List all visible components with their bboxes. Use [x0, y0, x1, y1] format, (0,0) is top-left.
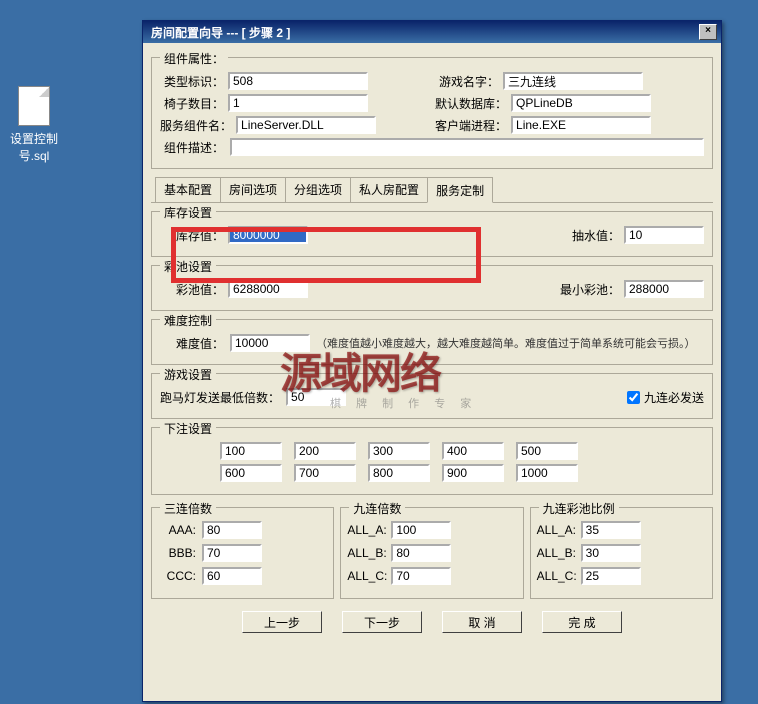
bet-legend: 下注设置 [160, 420, 216, 437]
marquee-input[interactable] [286, 388, 346, 406]
stock-legend: 库存设置 [160, 204, 216, 221]
bet-10[interactable] [516, 464, 578, 482]
srv-input[interactable] [236, 116, 376, 134]
diff-label: 难度值： [160, 335, 224, 352]
stock-input[interactable] [228, 226, 308, 244]
pool-label: 彩池值： [160, 281, 224, 298]
tab-basic[interactable]: 基本配置 [155, 177, 221, 202]
bbb-label: BBB: [158, 546, 196, 560]
tab-group[interactable]: 分组选项 [285, 177, 351, 202]
component-attrs-group: 组件属性： 类型标识： 游戏名字： 椅子数目： 默认数据库： [151, 57, 713, 169]
marquee-label: 跑马灯发送最低倍数： [160, 389, 280, 406]
desc-input[interactable] [230, 138, 704, 156]
alla-label: ALL_A: [347, 523, 385, 537]
diff-hint: （难度值越小难度越大，越大难度越简单。难度值过于简单系统可能会亏损。） [316, 335, 696, 351]
ra-input[interactable] [581, 521, 641, 539]
titlebar: 房间配置向导 --- [ 步骤 2 ] × [143, 21, 721, 43]
window-title: 房间配置向导 --- [ 步骤 2 ] [147, 24, 699, 41]
game-label: 游戏名字： [435, 73, 499, 90]
allb-input[interactable] [391, 544, 451, 562]
rb-input[interactable] [581, 544, 641, 562]
nine-check-box[interactable] [627, 391, 640, 404]
t9-legend: 九连倍数 [349, 500, 405, 517]
client-input[interactable] [511, 116, 651, 134]
minpool-input[interactable] [624, 280, 704, 298]
bet-4[interactable] [442, 442, 504, 460]
bet-5[interactable] [516, 442, 578, 460]
rb-label: ALL_B: [537, 546, 575, 560]
triple9-group: 九连倍数 ALL_A: ALL_B: ALL_C: [340, 507, 523, 599]
bet-8[interactable] [368, 464, 430, 482]
allc-input[interactable] [391, 567, 451, 585]
pool-legend: 彩池设置 [160, 258, 216, 275]
db-label: 默认数据库： [435, 95, 507, 112]
db-input[interactable] [511, 94, 651, 112]
tab-service[interactable]: 服务定制 [427, 177, 493, 203]
bet-group: 下注设置 [151, 427, 713, 495]
stock-group: 库存设置 库存值： 抽水值： [151, 211, 713, 257]
attrs-legend: 组件属性： [160, 50, 228, 67]
ccc-label: CCC: [158, 569, 196, 583]
close-button[interactable]: × [699, 24, 717, 40]
minpool-label: 最小彩池： [560, 281, 620, 298]
game-input[interactable] [503, 72, 643, 90]
ratio-legend: 九连彩池比例 [539, 500, 619, 517]
ra-label: ALL_A: [537, 523, 575, 537]
rc-input[interactable] [581, 567, 641, 585]
desktop-file-icon[interactable]: 设置控制号.sql [4, 86, 64, 164]
nine-check-text: 九连必发送 [644, 389, 704, 406]
rc-label: ALL_C: [537, 569, 575, 583]
game-group: 游戏设置 跑马灯发送最低倍数： 九连必发送 [151, 373, 713, 419]
pump-label: 抽水值： [572, 227, 620, 244]
wizard-window: 房间配置向导 --- [ 步骤 2 ] × 组件属性： 类型标识： 游戏名字： … [142, 20, 722, 702]
next-button[interactable]: 下一步 [342, 611, 422, 633]
prev-button[interactable]: 上一步 [242, 611, 322, 633]
finish-button[interactable]: 完 成 [542, 611, 622, 633]
bet-1[interactable] [220, 442, 282, 460]
client-label: 客户端进程： [435, 117, 507, 134]
bet-2[interactable] [294, 442, 356, 460]
game-legend: 游戏设置 [160, 366, 216, 383]
pump-input[interactable] [624, 226, 704, 244]
bet-3[interactable] [368, 442, 430, 460]
allb-label: ALL_B: [347, 546, 385, 560]
desc-label: 组件描述： [160, 139, 224, 156]
chair-label: 椅子数目： [160, 95, 224, 112]
pool-ratio-group: 九连彩池比例 ALL_A: ALL_B: ALL_C: [530, 507, 713, 599]
chair-input[interactable] [228, 94, 368, 112]
tab-private[interactable]: 私人房配置 [350, 177, 428, 202]
srv-label: 服务组件名： [160, 117, 232, 134]
diff-input[interactable] [230, 334, 310, 352]
type-label: 类型标识： [160, 73, 224, 90]
tab-strip: 基本配置 房间选项 分组选项 私人房配置 服务定制 [151, 177, 713, 203]
cancel-button[interactable]: 取 消 [442, 611, 522, 633]
difficulty-group: 难度控制 难度值： （难度值越小难度越大，越大难度越简单。难度值过于简单系统可能… [151, 319, 713, 365]
alla-input[interactable] [391, 521, 451, 539]
pool-input[interactable] [228, 280, 308, 298]
bet-9[interactable] [442, 464, 504, 482]
ccc-input[interactable] [202, 567, 262, 585]
bet-6[interactable] [220, 464, 282, 482]
diff-legend: 难度控制 [160, 312, 216, 329]
pool-group: 彩池设置 彩池值： 最小彩池： [151, 265, 713, 311]
stock-label: 库存值： [160, 227, 224, 244]
aaa-input[interactable] [202, 521, 262, 539]
type-input[interactable] [228, 72, 368, 90]
sql-file-icon [18, 86, 50, 126]
bet-7[interactable] [294, 464, 356, 482]
t3-legend: 三连倍数 [160, 500, 216, 517]
button-row: 上一步 下一步 取 消 完 成 [151, 611, 713, 633]
triple3-group: 三连倍数 AAA: BBB: CCC: [151, 507, 334, 599]
tab-room[interactable]: 房间选项 [220, 177, 286, 202]
aaa-label: AAA: [158, 523, 196, 537]
desktop-file-label: 设置控制号.sql [4, 130, 64, 164]
bbb-input[interactable] [202, 544, 262, 562]
nine-check-label[interactable]: 九连必发送 [627, 389, 704, 406]
allc-label: ALL_C: [347, 569, 385, 583]
